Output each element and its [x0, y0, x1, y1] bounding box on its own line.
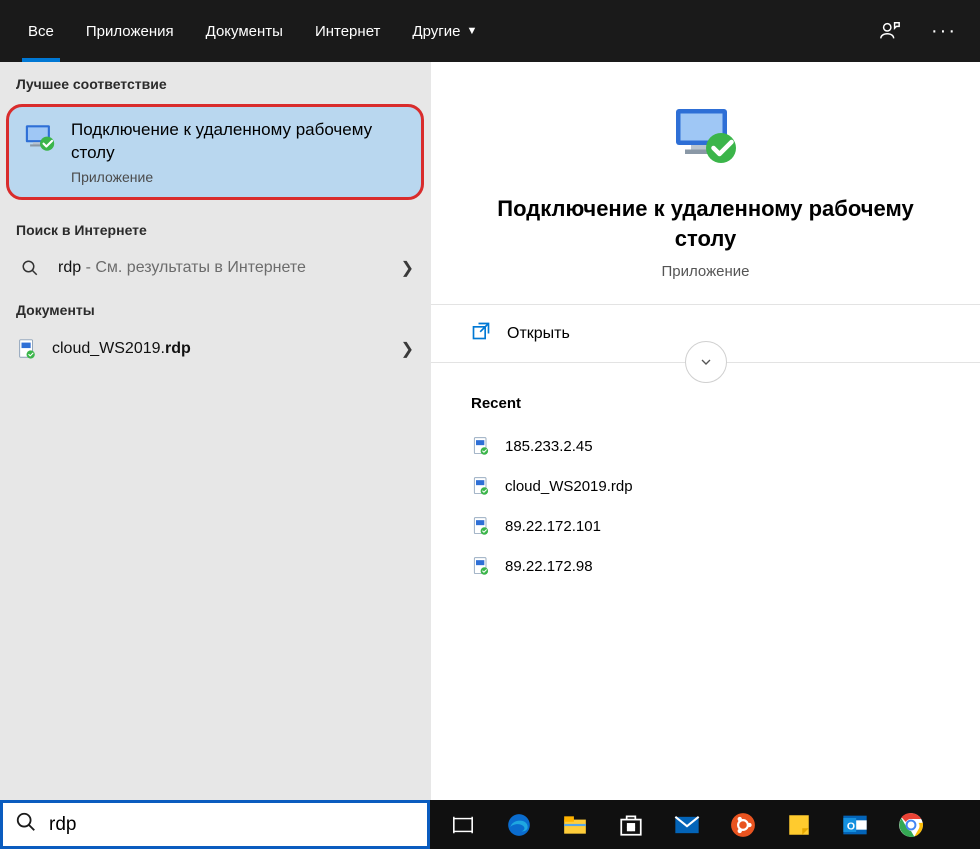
recent-item[interactable]: 185.233.2.45 — [471, 426, 940, 466]
tab-all-label: Все — [28, 23, 54, 40]
preview-pane: Подключение к удаленному рабочему столу … — [430, 62, 980, 800]
tab-apps[interactable]: Приложения — [70, 0, 190, 62]
tab-documents-label: Документы — [206, 23, 283, 40]
section-best-match: Лучшее соответствие — [0, 62, 430, 102]
section-web-search: Поиск в Интернете — [0, 208, 430, 248]
rdp-file-icon — [471, 556, 491, 576]
web-search-label: rdp - См. результаты в Интернете — [58, 259, 387, 277]
microsoft-store-icon[interactable] — [608, 802, 654, 848]
recent-item[interactable]: 89.22.172.101 — [471, 506, 940, 546]
expand-actions-button[interactable] — [685, 341, 727, 383]
tab-apps-label: Приложения — [86, 23, 174, 40]
chevron-right-icon: ❯ — [401, 258, 414, 278]
rdp-file-icon — [471, 476, 491, 496]
document-item[interactable]: cloud_WS2019.rdp ❯ — [0, 328, 430, 370]
rdp-app-icon — [23, 121, 57, 155]
best-match-title: Подключение к удаленному рабочему столу — [71, 119, 407, 165]
more-icon[interactable]: ··· — [928, 15, 960, 47]
chevron-down-icon: ▼ — [466, 25, 477, 37]
recent-item-label: 185.233.2.45 — [505, 438, 593, 455]
preview-kind: Приложение — [662, 263, 750, 280]
recent-item-label: 89.22.172.101 — [505, 518, 601, 535]
search-input[interactable] — [49, 814, 415, 836]
best-match-item[interactable]: Подключение к удаленному рабочему столу … — [6, 104, 424, 200]
recent-item[interactable]: 89.22.172.98 — [471, 546, 940, 586]
results-pane: Лучшее соответствие Подключение к удален… — [0, 62, 430, 800]
open-action[interactable]: Открыть — [431, 305, 980, 363]
web-search-hint: - См. результаты в Интернете — [81, 259, 306, 276]
tab-documents[interactable]: Документы — [190, 0, 299, 62]
best-match-kind: Приложение — [71, 169, 407, 185]
preview-title: Подключение к удаленному рабочему столу — [471, 194, 940, 253]
tab-all[interactable]: Все — [12, 0, 70, 62]
ubuntu-icon[interactable] — [720, 802, 766, 848]
web-search-item[interactable]: rdp - См. результаты в Интернете ❯ — [0, 248, 430, 288]
recent-heading: Recent — [471, 395, 940, 412]
document-name: cloud_WS2019.rdp — [52, 340, 387, 358]
open-label: Открыть — [507, 325, 570, 343]
taskbar: O — [430, 800, 980, 849]
sticky-notes-icon[interactable] — [776, 802, 822, 848]
outlook-icon[interactable]: O — [832, 802, 878, 848]
search-icon — [16, 259, 44, 277]
file-explorer-icon[interactable] — [552, 802, 598, 848]
tab-internet-label: Интернет — [315, 23, 380, 40]
svg-text:O: O — [847, 820, 855, 832]
tab-other-label: Другие — [412, 23, 460, 40]
search-box[interactable] — [0, 800, 430, 849]
recent-item-label: cloud_WS2019.rdp — [505, 478, 633, 495]
open-icon — [471, 321, 491, 346]
tab-internet[interactable]: Интернет — [299, 0, 396, 62]
search-filter-bar: Все Приложения Документы Интернет Другие… — [0, 0, 980, 62]
search-icon — [15, 811, 37, 838]
task-view-icon[interactable] — [440, 802, 486, 848]
tab-other[interactable]: Другие ▼ — [396, 0, 493, 62]
section-documents: Документы — [0, 288, 430, 328]
recent-item-label: 89.22.172.98 — [505, 558, 593, 575]
preview-app-icon — [670, 100, 742, 172]
edge-icon[interactable] — [496, 802, 542, 848]
chevron-right-icon: ❯ — [401, 339, 414, 359]
document-name-prefix: cloud_WS2019. — [52, 340, 165, 357]
chrome-icon[interactable] — [888, 802, 934, 848]
document-name-match: rdp — [165, 340, 191, 357]
rdp-file-icon — [16, 338, 38, 360]
recent-item[interactable]: cloud_WS2019.rdp — [471, 466, 940, 506]
feedback-icon[interactable] — [874, 15, 906, 47]
rdp-file-icon — [471, 516, 491, 536]
rdp-file-icon — [471, 436, 491, 456]
web-search-query: rdp — [58, 259, 81, 276]
mail-icon[interactable] — [664, 802, 710, 848]
